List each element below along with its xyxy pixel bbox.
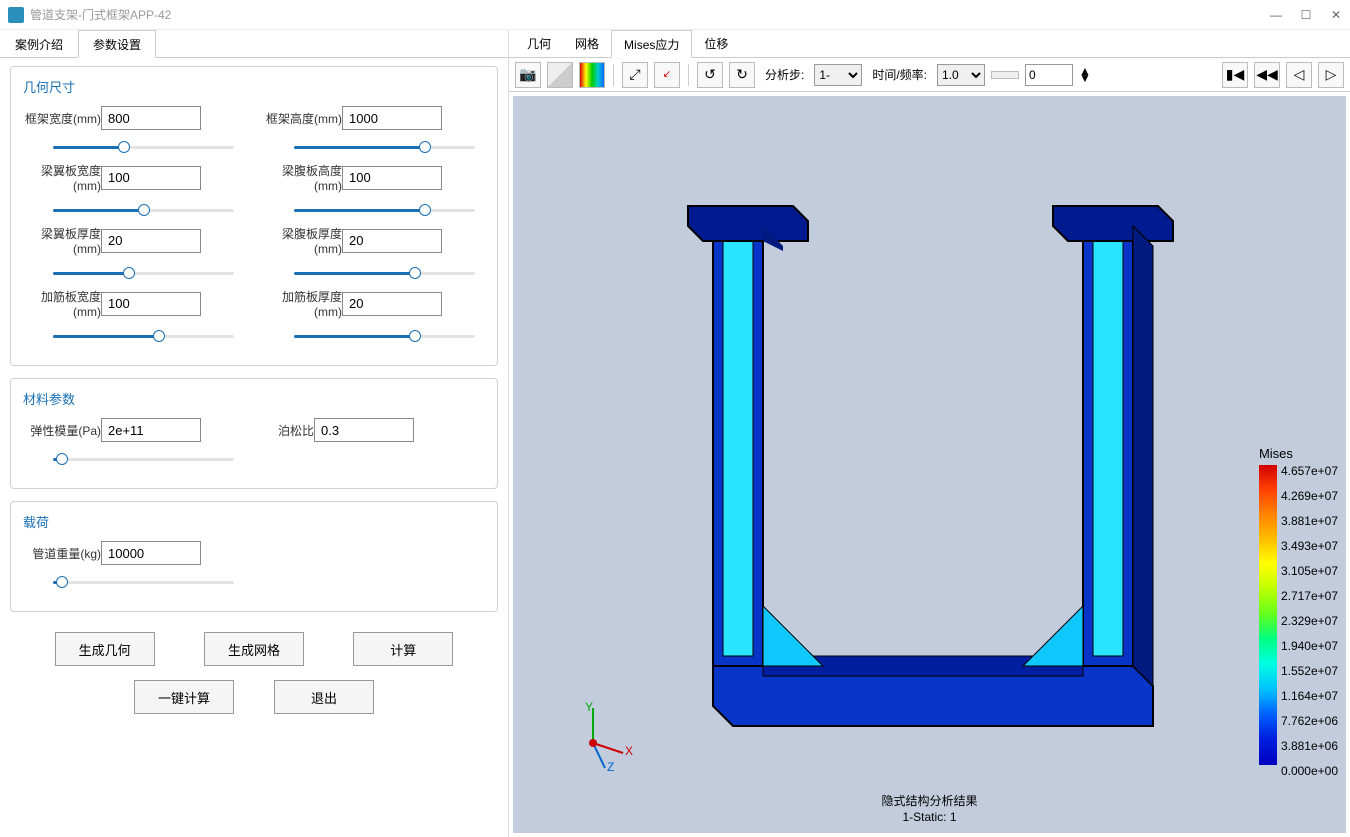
legend-title: Mises <box>1259 446 1338 461</box>
titlebar: 管道支架-门式框架APP-42 — ☐ ✕ <box>0 0 1350 30</box>
rotate-right-icon[interactable]: ↻ <box>729 62 755 88</box>
viewport[interactable]: X Y Z Mises 4.657e+074.269e+073.881e+07 … <box>513 96 1346 833</box>
label-web-height: 梁腹板高度(mm) <box>264 162 342 193</box>
calculate-button[interactable]: 计算 <box>353 632 453 666</box>
panel-title-geometry: 几何尺寸 <box>23 77 485 96</box>
label-web-thickness: 梁腹板厚度(mm) <box>264 225 342 256</box>
result-caption: 隐式结构分析结果 1-Static: 1 <box>881 793 977 825</box>
viewer-toolbar: 📷 ⤢ ↙ ↺ ↻ 分析步: 1- 时间/频率: 1.0 ▲▼ ▮◀ ◀◀ ◁ … <box>509 58 1350 92</box>
slider-elastic-modulus[interactable] <box>23 450 244 468</box>
panel-load: 载荷 管道重量(kg) <box>10 501 498 612</box>
svg-text:Z: Z <box>607 760 614 774</box>
input-web-thickness[interactable] <box>342 229 442 253</box>
tab-param-settings[interactable]: 参数设置 <box>78 30 156 58</box>
label-elastic-modulus: 弹性模量(Pa) <box>23 422 101 439</box>
slider-frame-width[interactable] <box>23 138 244 156</box>
label-flange-width: 梁翼板宽度(mm) <box>23 162 101 193</box>
one-click-calc-button[interactable]: 一键计算 <box>134 680 234 714</box>
time-label: 时间/频率: <box>868 66 931 83</box>
tab-mises[interactable]: Mises应力 <box>611 30 692 58</box>
label-frame-width: 框架宽度(mm) <box>23 110 101 127</box>
input-frame-height[interactable] <box>342 106 442 130</box>
app-icon <box>8 7 24 23</box>
close-button[interactable]: ✕ <box>1330 8 1342 22</box>
right-tabs: 几何 网格 Mises应力 位移 <box>509 30 1350 58</box>
fit-icon[interactable]: ⤢ <box>622 62 648 88</box>
tab-geometry[interactable]: 几何 <box>515 30 563 57</box>
slider-web-thickness[interactable] <box>264 264 485 282</box>
frame-input[interactable] <box>1025 64 1073 86</box>
step-select[interactable]: 1- <box>814 64 862 86</box>
first-frame-icon[interactable]: ◀◀ <box>1254 62 1280 88</box>
legend: Mises 4.657e+074.269e+073.881e+07 3.493e… <box>1259 446 1338 790</box>
prev-frame-icon[interactable]: ◁ <box>1286 62 1312 88</box>
view-cube-icon[interactable] <box>547 62 573 88</box>
generate-mesh-button[interactable]: 生成网格 <box>204 632 304 666</box>
label-frame-height: 框架高度(mm) <box>264 110 342 127</box>
svg-text:X: X <box>625 744 633 758</box>
label-rib-thickness: 加筋板厚度(mm) <box>264 288 342 319</box>
rotate-left-icon[interactable]: ↺ <box>697 62 723 88</box>
panel-material: 材料参数 弹性模量(Pa) 泊松比 <box>10 378 498 489</box>
slider-pipe-weight[interactable] <box>23 573 244 591</box>
svg-text:Y: Y <box>585 700 593 714</box>
input-frame-width[interactable] <box>101 106 201 130</box>
window-title: 管道支架-门式框架APP-42 <box>30 6 171 23</box>
camera-icon[interactable]: 📷 <box>515 62 541 88</box>
record-icon[interactable]: ▮◀ <box>1222 62 1248 88</box>
input-flange-thickness[interactable] <box>101 229 201 253</box>
maximize-button[interactable]: ☐ <box>1300 8 1312 22</box>
input-rib-thickness[interactable] <box>342 292 442 316</box>
label-poisson: 泊松比 <box>264 422 314 439</box>
input-pipe-weight[interactable] <box>101 541 201 565</box>
colormap-icon[interactable] <box>579 62 605 88</box>
input-rib-width[interactable] <box>101 292 201 316</box>
legend-ticks: 4.657e+074.269e+073.881e+07 3.493e+073.1… <box>1281 465 1338 790</box>
time-slider[interactable] <box>991 71 1019 79</box>
window-controls: — ☐ ✕ <box>1270 8 1342 22</box>
label-rib-width: 加筋板宽度(mm) <box>23 288 101 319</box>
panel-title-load: 载荷 <box>23 512 485 531</box>
axis-triad: X Y Z <box>563 703 623 763</box>
slider-frame-height[interactable] <box>264 138 485 156</box>
label-flange-thickness: 梁翼板厚度(mm) <box>23 225 101 256</box>
input-elastic-modulus[interactable] <box>101 418 201 442</box>
tab-mesh[interactable]: 网格 <box>563 30 611 57</box>
tab-case-intro[interactable]: 案例介绍 <box>0 30 78 57</box>
legend-colorbar <box>1259 465 1277 765</box>
left-panel: 案例介绍 参数设置 几何尺寸 框架宽度(mm) 框架高度(mm) 梁翼板宽度(m… <box>0 30 509 837</box>
minimize-button[interactable]: — <box>1270 8 1282 22</box>
slider-rib-thickness[interactable] <box>264 327 485 345</box>
tab-displacement[interactable]: 位移 <box>692 30 740 57</box>
exit-button[interactable]: 退出 <box>274 680 374 714</box>
label-pipe-weight: 管道重量(kg) <box>23 545 101 562</box>
generate-geometry-button[interactable]: 生成几何 <box>55 632 155 666</box>
input-poisson[interactable] <box>314 418 414 442</box>
time-select[interactable]: 1.0 <box>937 64 985 86</box>
frame-spinner[interactable]: ▲▼ <box>1079 68 1091 82</box>
left-tabs: 案例介绍 参数设置 <box>0 30 508 58</box>
input-web-height[interactable] <box>342 166 442 190</box>
fea-model <box>683 196 1163 756</box>
step-label: 分析步: <box>761 66 808 83</box>
axes-icon[interactable]: ↙ <box>654 62 680 88</box>
slider-rib-width[interactable] <box>23 327 244 345</box>
right-panel: 几何 网格 Mises应力 位移 📷 ⤢ ↙ ↺ ↻ 分析步: 1- 时间/频率… <box>509 30 1350 837</box>
slider-web-height[interactable] <box>264 201 485 219</box>
panel-geometry: 几何尺寸 框架宽度(mm) 框架高度(mm) 梁翼板宽度(mm) 梁腹板高度(m… <box>10 66 498 366</box>
next-frame-icon[interactable]: ▷ <box>1318 62 1344 88</box>
slider-flange-thickness[interactable] <box>23 264 244 282</box>
slider-flange-width[interactable] <box>23 201 244 219</box>
input-flange-width[interactable] <box>101 166 201 190</box>
panel-title-material: 材料参数 <box>23 389 485 408</box>
